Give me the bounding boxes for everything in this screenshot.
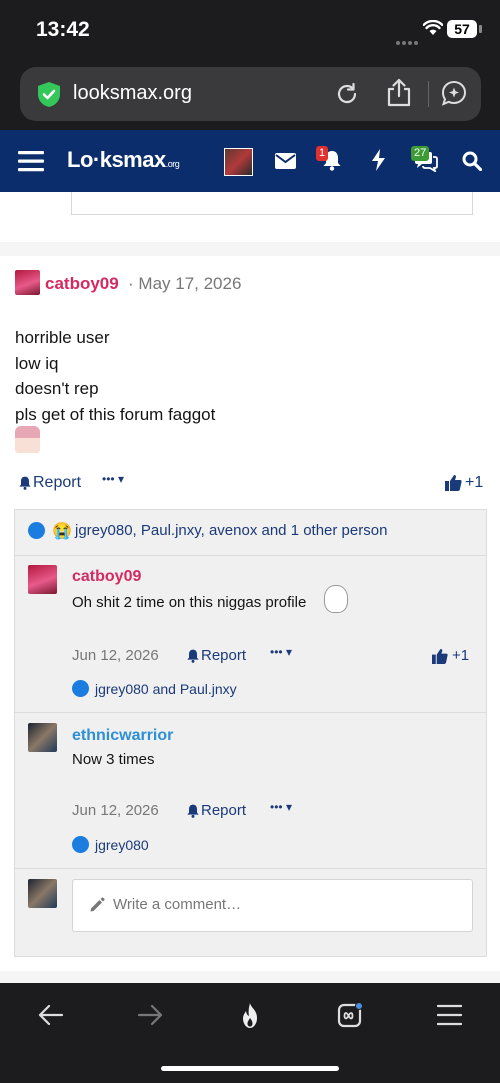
- comments-container: 😭 jgrey080, Paul.jnxy, avenox and 1 othe…: [14, 509, 487, 957]
- home-indicator: [161, 1066, 339, 1071]
- report-bell-icon: [187, 649, 199, 663]
- conversations-badge: 27: [411, 146, 430, 161]
- url-text[interactable]: looksmax.org: [73, 82, 192, 105]
- divider: [15, 868, 486, 869]
- report-bell-icon: [187, 804, 199, 818]
- post-body: horrible user low iq doesn't rep pls get…: [15, 325, 215, 427]
- alerts-badge: 1: [316, 146, 329, 161]
- like-thumb-icon[interactable]: [445, 474, 462, 491]
- more-dots: •••: [270, 800, 283, 814]
- pencil-icon: [90, 897, 105, 912]
- post-report-link[interactable]: Report: [33, 474, 81, 492]
- assistant-chat-icon[interactable]: [440, 79, 468, 107]
- post-author-avatar[interactable]: [15, 270, 40, 295]
- comment-date[interactable]: Jun 12, 2026: [72, 647, 159, 664]
- previous-comment-box[interactable]: [71, 192, 473, 215]
- post-line: doesn't rep: [15, 379, 99, 398]
- comment-author[interactable]: ethnicwarrior: [72, 727, 173, 745]
- profile-posts-content: catboy09 · May 17, 2026 horrible user lo…: [0, 192, 500, 983]
- post-line: low iq: [15, 353, 59, 373]
- post-line: horrible user: [15, 328, 110, 347]
- comment-avatar[interactable]: [28, 723, 57, 752]
- post-more-menu[interactable]: ••• ▾: [102, 472, 124, 486]
- more-dots: •••: [102, 472, 115, 486]
- comment-placeholder: Write a comment…: [113, 896, 242, 913]
- comment-author[interactable]: catboy09: [72, 568, 141, 586]
- lightning-icon[interactable]: [371, 149, 386, 171]
- more-dots: •••: [270, 645, 283, 659]
- comment-report-link[interactable]: Report: [201, 647, 246, 664]
- like-thumb-icon[interactable]: [432, 648, 448, 664]
- write-comment-field[interactable]: Write a comment…: [72, 879, 473, 932]
- post-date-separator: ·: [128, 274, 134, 293]
- comment-date[interactable]: Jun 12, 2026: [72, 802, 159, 819]
- current-user-avatar: [28, 879, 57, 908]
- site-logo[interactable]: Lo·ksmax.org: [67, 147, 180, 173]
- comment-reactions-list[interactable]: jgrey080 and Paul.jnxy: [95, 681, 237, 697]
- menu-icon[interactable]: [18, 149, 44, 173]
- url-bar-divider: [428, 81, 429, 107]
- battery-indicator: 57: [447, 20, 477, 38]
- troll-face-icon: [324, 585, 348, 613]
- divider: [15, 712, 486, 713]
- address-bar[interactable]: looksmax.org: [20, 67, 481, 121]
- back-arrow-icon[interactable]: [37, 1003, 64, 1027]
- status-bar: 13:42 57: [0, 0, 500, 60]
- like-reaction-icon: [72, 836, 89, 853]
- wifi-icon: [423, 20, 443, 35]
- post-reactions-list[interactable]: jgrey080, Paul.jnxy, avenox and 1 other …: [75, 522, 387, 539]
- post-author-name[interactable]: catboy09: [45, 274, 119, 294]
- forward-arrow-icon[interactable]: [137, 1003, 164, 1027]
- comment-reactions-list[interactable]: jgrey080: [95, 837, 149, 853]
- divider: [15, 555, 486, 556]
- post-like-count[interactable]: +1: [465, 474, 483, 492]
- search-icon[interactable]: [462, 151, 482, 171]
- like-reaction-icon: [28, 522, 45, 539]
- menu-icon[interactable]: [437, 1004, 462, 1026]
- user-avatar[interactable]: [224, 148, 253, 176]
- laugh-reaction-icon: 😭: [52, 523, 72, 540]
- comment-more-menu[interactable]: ••• ▾: [270, 645, 292, 659]
- flame-icon[interactable]: [238, 1002, 262, 1029]
- battery-tip: [479, 25, 482, 33]
- comment-avatar[interactable]: [28, 565, 57, 594]
- secure-shield-icon: [38, 82, 60, 107]
- profile-post-card: catboy09 · May 17, 2026 horrible user lo…: [0, 256, 500, 971]
- reload-icon[interactable]: [334, 81, 360, 107]
- previous-post-card: [0, 192, 500, 242]
- comment-text: Now 3 times: [72, 751, 155, 768]
- post-line: pls get of this forum faggot: [15, 404, 216, 424]
- comment-like-count[interactable]: +1: [452, 647, 469, 664]
- comment-more-menu[interactable]: ••• ▾: [270, 800, 292, 814]
- share-icon[interactable]: [386, 78, 412, 108]
- comment-text: Oh shit 2 time on this niggas profile: [72, 594, 307, 611]
- tabs-icon[interactable]: [337, 1002, 363, 1028]
- like-reaction-icon: [72, 680, 89, 697]
- mail-icon[interactable]: [275, 153, 296, 169]
- signal-icon: [396, 32, 420, 50]
- emoji-smilie-icon: [15, 426, 40, 453]
- comment-report-link[interactable]: Report: [201, 802, 246, 819]
- logo-text: Lo·ksmax: [67, 147, 166, 172]
- status-time: 13:42: [36, 18, 90, 41]
- report-bell-icon: [19, 476, 31, 490]
- post-date[interactable]: May 17, 2026: [138, 274, 241, 293]
- logo-suffix: .org: [165, 159, 180, 169]
